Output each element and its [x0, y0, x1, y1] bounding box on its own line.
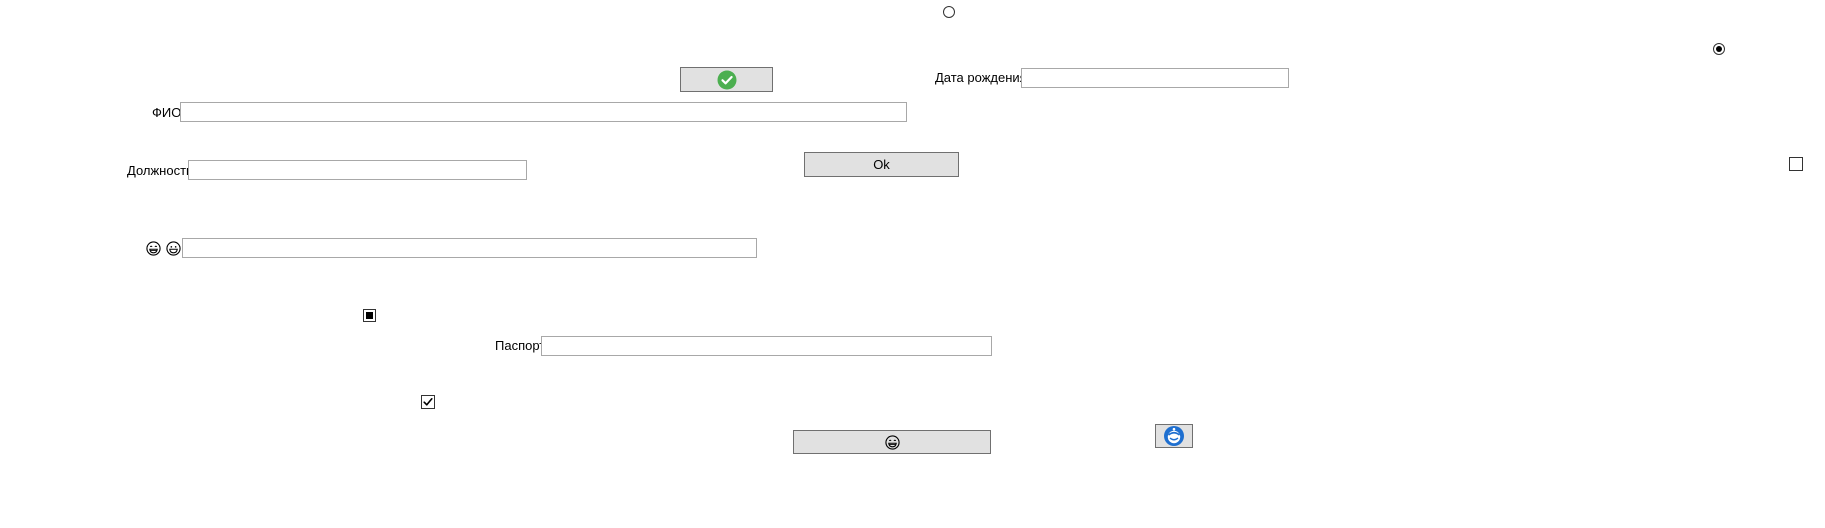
emoji-button[interactable] [793, 430, 991, 454]
checkmark-icon [423, 398, 433, 406]
fio-label: ФИО [152, 105, 182, 120]
birth-date-label: Дата рождения [935, 70, 1027, 85]
image-button[interactable] [1155, 424, 1193, 448]
grinning-face-icon [146, 241, 161, 256]
checkbox-right[interactable] [1789, 157, 1803, 171]
position-label: Должность [127, 163, 193, 178]
fio-field[interactable] [180, 102, 907, 122]
checkbox-checked[interactable] [421, 395, 435, 409]
passport-field[interactable] [541, 336, 992, 356]
indeterminate-mark [366, 312, 373, 319]
radio-selected-dot [1716, 46, 1722, 52]
radio-button-right[interactable] [1713, 43, 1725, 55]
radio-button-top[interactable] [943, 6, 955, 18]
passport-label: Паспорт [495, 338, 546, 353]
green-check-circle-icon [717, 70, 737, 90]
accept-button[interactable] [680, 67, 773, 92]
birth-date-field[interactable] [1021, 68, 1289, 88]
blue-refresh-icon [1163, 425, 1185, 447]
emoji-text-field[interactable] [182, 238, 757, 258]
position-field[interactable] [188, 160, 527, 180]
ok-button[interactable]: Ok [804, 152, 959, 177]
smiling-face-icon [166, 241, 181, 256]
grinning-face-icon [884, 434, 900, 450]
checkbox-indeterminate[interactable] [363, 309, 376, 322]
